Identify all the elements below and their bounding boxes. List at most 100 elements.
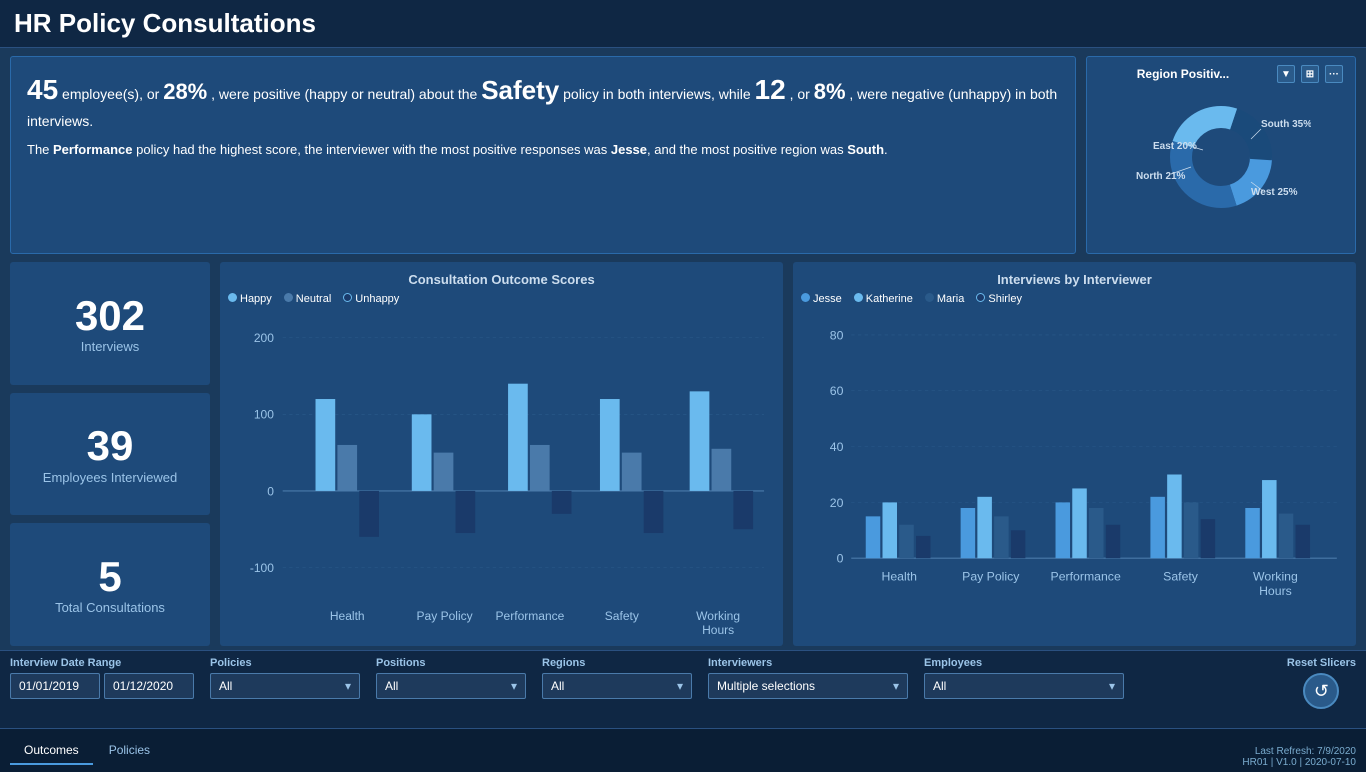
summary-text2: , were positive (happy or neutral) about… <box>211 86 481 102</box>
footer-info: Last Refresh: 7/9/2020 HR01 | V1.0 | 202… <box>1242 746 1356 768</box>
summary-end: . <box>884 142 888 157</box>
interviewers-select[interactable]: Multiple selections ▾ <box>708 673 908 699</box>
regions-dropdown-arrow: ▾ <box>677 679 683 693</box>
employees-value: All <box>933 679 946 693</box>
summary-line1: 45 employee(s), or 28% , were positive (… <box>27 69 1059 132</box>
policies-select[interactable]: All ▾ <box>210 673 360 699</box>
filter-icon[interactable]: ▼ <box>1277 65 1295 83</box>
tab-outcomes[interactable]: Outcomes <box>10 737 93 765</box>
summary-box: 45 employee(s), or 28% , were positive (… <box>10 56 1076 254</box>
top-interviewer: Jesse <box>611 142 647 157</box>
date-end-input[interactable] <box>104 673 194 699</box>
positive-pct: 28% <box>163 79 207 104</box>
policies-value: All <box>219 679 232 693</box>
date-range-group: Interview Date Range <box>10 657 194 699</box>
bar <box>337 445 357 491</box>
summary-text-b2: , and the most positive region was <box>647 142 847 157</box>
legend-unhappy: Unhappy <box>343 293 399 305</box>
interviewer-legend: Jesse Katherine Maria Shirley <box>801 293 1348 305</box>
date-range-label: Interview Date Range <box>10 657 194 669</box>
svg-text:South 35%: South 35% <box>1261 119 1311 130</box>
top-section: 45 employee(s), or 28% , were positive (… <box>0 48 1366 258</box>
outcome-chart-svg: 200 100 0 -100 Healt <box>228 309 775 640</box>
interviewers-group: Interviewers Multiple selections ▾ <box>708 657 908 699</box>
svg-text:0: 0 <box>267 484 274 498</box>
svg-text:Safety: Safety <box>1163 570 1199 584</box>
employees-card: 39 Employees Interviewed <box>10 393 210 516</box>
donut-svg: East 20% North 21% South 35% West 25% <box>1131 87 1311 227</box>
bottom-nav: Outcomes Policies Last Refresh: 7/9/2020… <box>0 728 1366 772</box>
bar <box>530 445 550 491</box>
bar <box>552 491 572 514</box>
negative-pct: 8% <box>814 79 846 104</box>
tab-policies[interactable]: Policies <box>95 737 164 765</box>
bar <box>456 491 476 533</box>
bar <box>600 399 620 491</box>
interviewer-chart-svg: 80 60 40 20 0 Health <box>801 309 1348 640</box>
positive-count: 45 <box>27 74 58 105</box>
svg-text:Hours: Hours <box>702 623 734 637</box>
positions-label: Positions <box>376 657 526 669</box>
donut-header: Region Positiv... ▼ ⊞ ··· <box>1095 65 1347 83</box>
svg-text:Performance: Performance <box>496 609 565 623</box>
summary-text-b1: policy had the highest score, the interv… <box>133 142 611 157</box>
consultations-label: Total Consultations <box>55 600 165 615</box>
svg-text:Pay Policy: Pay Policy <box>962 570 1020 584</box>
legend-neutral: Neutral <box>284 293 331 305</box>
policy-name: Safety <box>481 75 559 105</box>
expand-icon[interactable]: ⊞ <box>1301 65 1319 83</box>
policies-group: Policies All ▾ <box>210 657 360 699</box>
bar <box>412 414 432 491</box>
interviews-label: Interviews <box>81 339 140 354</box>
legend-katherine: Katherine <box>854 293 913 305</box>
bar <box>622 453 642 491</box>
svg-text:Health: Health <box>882 570 918 584</box>
employees-group: Employees All ▾ <box>924 657 1124 699</box>
employees-label: Employees Interviewed <box>43 470 177 485</box>
bar <box>508 384 528 491</box>
svg-text:20: 20 <box>830 496 844 510</box>
top-region: South <box>847 142 884 157</box>
svg-text:West 25%: West 25% <box>1251 187 1298 198</box>
employees-select[interactable]: All ▾ <box>924 673 1124 699</box>
svg-text:Working: Working <box>1253 570 1298 584</box>
reset-slicers-button[interactable]: Reset Slicers ↺ <box>1287 657 1356 709</box>
svg-text:-100: -100 <box>250 561 274 575</box>
positions-group: Positions All ▾ <box>376 657 526 699</box>
legend-maria: Maria <box>925 293 965 305</box>
positions-dropdown-arrow: ▾ <box>511 679 517 693</box>
date-start-input[interactable] <box>10 673 100 699</box>
summary-pre2: The <box>27 142 53 157</box>
main-content: 45 employee(s), or 28% , were positive (… <box>0 48 1366 772</box>
bar <box>733 491 753 529</box>
outcome-chart-title: Consultation Outcome Scores <box>228 272 775 287</box>
reset-label: Reset Slicers <box>1287 657 1356 669</box>
consultations-card: 5 Total Consultations <box>10 523 210 646</box>
summary-text4: , or <box>790 86 814 102</box>
bar <box>712 449 732 491</box>
bar <box>359 491 379 537</box>
interviews-number: 302 <box>75 293 145 339</box>
bar <box>690 391 710 491</box>
outcome-legend: Happy Neutral Unhappy <box>228 293 775 305</box>
interviewer-chart-svg-wrap: 80 60 40 20 0 Health <box>801 309 1348 640</box>
summary-text1: employee(s), or <box>62 86 163 102</box>
outcome-scores-chart: Consultation Outcome Scores Happy Neutra… <box>220 262 783 646</box>
consultations-number: 5 <box>98 554 121 600</box>
svg-text:60: 60 <box>830 384 844 398</box>
regions-label: Regions <box>542 657 692 669</box>
more-icon[interactable]: ··· <box>1325 65 1343 83</box>
summary-line2: The Performance policy had the highest s… <box>27 140 1059 160</box>
outcome-chart-svg-wrap: 200 100 0 -100 Healt <box>228 309 775 640</box>
regions-select[interactable]: All ▾ <box>542 673 692 699</box>
svg-text:Hours: Hours <box>1259 584 1292 598</box>
svg-text:Pay Policy: Pay Policy <box>417 609 473 623</box>
interviews-by-interviewer-chart: Interviews by Interviewer Jesse Katherin… <box>793 262 1356 646</box>
bar <box>434 453 454 491</box>
interviewers-value: Multiple selections <box>717 679 815 693</box>
positions-select[interactable]: All ▾ <box>376 673 526 699</box>
stats-column: 302 Interviews 39 Employees Interviewed … <box>10 262 210 646</box>
svg-text:200: 200 <box>254 331 274 345</box>
page-title: HR Policy Consultations <box>14 8 1352 39</box>
svg-text:Health: Health <box>330 609 365 623</box>
